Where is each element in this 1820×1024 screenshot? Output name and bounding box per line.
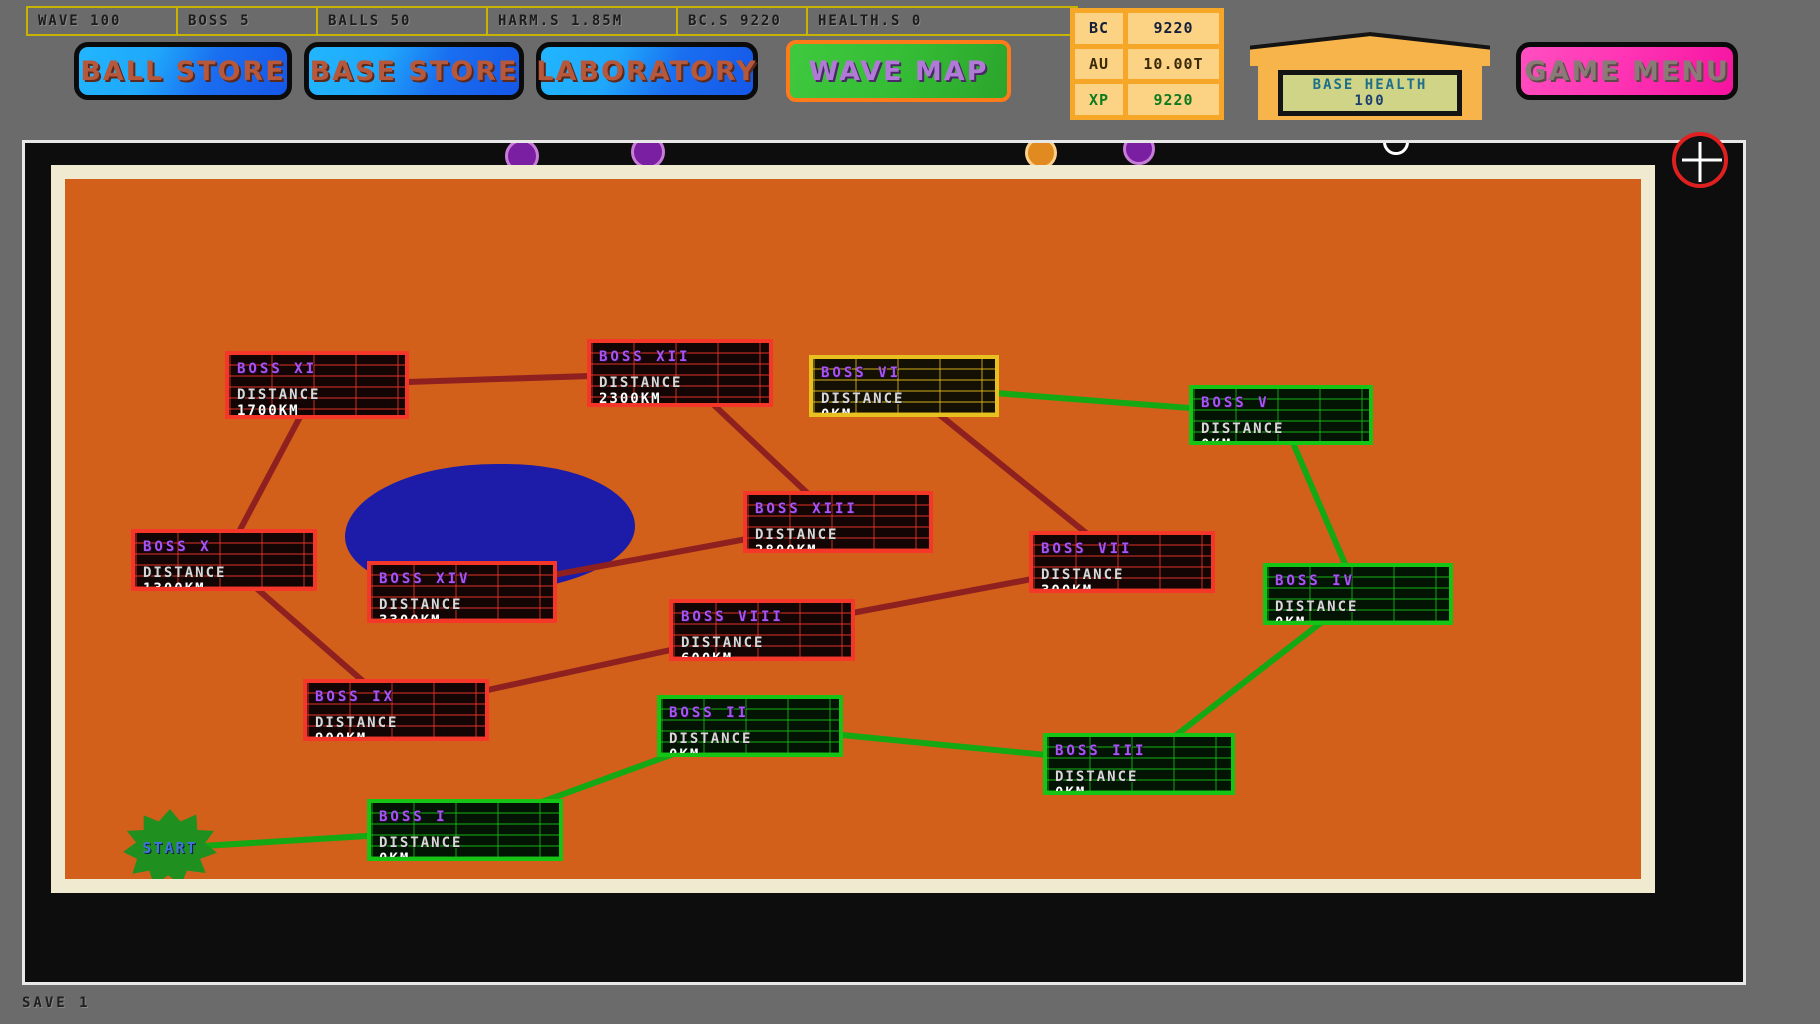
node-distance-label: DISTANCE — [379, 597, 463, 613]
status-balls: BALLS 50 — [318, 8, 488, 34]
game-menu-label: GAME MENU — [1524, 55, 1730, 87]
currency-row-au: AU 10.00T — [1075, 48, 1219, 80]
currency-key-au: AU — [1075, 48, 1123, 80]
base-health-value: 100 — [1354, 93, 1386, 109]
node-distance-label: DISTANCE — [821, 391, 905, 407]
game-world: BOSS I DISTANCE 0KM BOSS II DISTANCE 0KM BOSS … — [22, 140, 1746, 985]
node-distance-value: 1300KM — [143, 581, 206, 591]
map-node-boss-x[interactable]: BOSS X DISTANCE 1300KM — [131, 529, 317, 591]
start-label: START — [142, 839, 198, 857]
node-distance-label: DISTANCE — [1055, 769, 1139, 785]
map-node-boss-i[interactable]: BOSS I DISTANCE 0KM — [367, 799, 563, 861]
save-slot-label: SAVE 1 — [22, 995, 91, 1011]
base-store-button[interactable]: BASE STORE — [304, 42, 524, 100]
node-title: BOSS II — [669, 705, 750, 721]
node-distance-value: 2300KM — [599, 391, 662, 407]
node-distance-value: 0KM — [669, 747, 701, 757]
status-bar: WAVE 100 BOSS 5 BALLS 50 HARM.S 1.85M BC… — [26, 6, 1078, 36]
node-title: BOSS XIII — [755, 501, 858, 517]
base-health-label: BASE HEALTH — [1312, 77, 1428, 93]
ball-store-label: BALL STORE — [80, 55, 286, 87]
base-house-roof — [1250, 32, 1490, 66]
node-distance-label: DISTANCE — [143, 565, 227, 581]
map-node-boss-ii[interactable]: BOSS II DISTANCE 0KM — [657, 695, 843, 757]
status-wave: WAVE 100 — [28, 8, 178, 34]
currency-key-bc: BC — [1075, 13, 1123, 44]
node-title: BOSS VII — [1041, 541, 1133, 557]
map-node-boss-iv[interactable]: BOSS IV DISTANCE 0KM — [1263, 563, 1453, 625]
node-distance-value: 3300KM — [379, 613, 442, 623]
base-store-label: BASE STORE — [309, 55, 519, 87]
map-node-boss-ix[interactable]: BOSS IX DISTANCE 900KM — [303, 679, 489, 741]
status-health: HEALTH.S 0 — [818, 13, 923, 29]
node-distance-value: 0KM — [1055, 785, 1087, 795]
base-health-readout: BASE HEALTH 100 — [1278, 70, 1462, 116]
map-node-boss-xiii[interactable]: BOSS XIII DISTANCE 2800KM — [743, 491, 933, 553]
wave-map-button[interactable]: WAVE MAP — [786, 40, 1011, 102]
node-title: BOSS XI — [237, 361, 318, 377]
base-health-panel: BASE HEALTH 100 — [1250, 32, 1490, 120]
status-bc: BC.S 9220 — [678, 8, 808, 34]
node-title: BOSS I — [379, 809, 448, 825]
currency-value-au: 10.00T — [1128, 48, 1219, 80]
node-distance-label: DISTANCE — [379, 835, 463, 851]
map-node-boss-xii[interactable]: BOSS XII DISTANCE 2300KM — [587, 339, 773, 407]
node-title: BOSS III — [1055, 743, 1147, 759]
map-node-boss-vi[interactable]: BOSS VI DISTANCE 0KM — [809, 355, 999, 417]
node-distance-label: DISTANCE — [681, 635, 765, 651]
node-distance-label: DISTANCE — [237, 387, 321, 403]
node-title: BOSS V — [1201, 395, 1270, 411]
node-title: BOSS XIV — [379, 571, 471, 587]
node-distance-label: DISTANCE — [1275, 599, 1359, 615]
node-title: BOSS VI — [821, 365, 902, 381]
wave-map-panel: BOSS I DISTANCE 0KM BOSS II DISTANCE 0KM BOSS … — [51, 165, 1655, 893]
laboratory-label: LABORATORY — [536, 55, 758, 87]
node-distance-label: DISTANCE — [315, 715, 399, 731]
node-distance-label: DISTANCE — [1201, 421, 1285, 437]
node-distance-label: DISTANCE — [1041, 567, 1125, 583]
node-distance-value: 600KM — [681, 651, 734, 661]
node-distance-value: 0KM — [821, 407, 853, 417]
currency-panel: BC 9220 AU 10.00T XP 9220 — [1070, 8, 1224, 120]
node-title: BOSS VIII — [681, 609, 784, 625]
laboratory-button[interactable]: LABORATORY — [536, 42, 758, 100]
map-node-boss-viii[interactable]: BOSS VIII DISTANCE 600KM — [669, 599, 855, 661]
node-distance-value: 2800KM — [755, 543, 818, 553]
node-distance-label: DISTANCE — [669, 731, 753, 747]
node-title: BOSS IX — [315, 689, 396, 705]
node-title: BOSS X — [143, 539, 212, 555]
currency-key-xp: XP — [1075, 84, 1123, 116]
crosshair-cursor — [1672, 132, 1728, 188]
map-node-boss-xiv[interactable]: BOSS XIV DISTANCE 3300KM — [367, 561, 557, 623]
currency-row-bc: BC 9220 — [1075, 13, 1219, 44]
node-distance-label: DISTANCE — [755, 527, 839, 543]
map-surface: BOSS I DISTANCE 0KM BOSS II DISTANCE 0KM BOSS … — [65, 179, 1641, 879]
node-title: BOSS XII — [599, 349, 691, 365]
map-node-boss-iii[interactable]: BOSS III DISTANCE 0KM — [1043, 733, 1235, 795]
wave-map-label: WAVE MAP — [808, 55, 989, 87]
node-distance-label: DISTANCE — [599, 375, 683, 391]
currency-value-xp: 9220 — [1128, 84, 1219, 116]
game-menu-button[interactable]: GAME MENU — [1516, 42, 1738, 100]
node-distance-value: 300KM — [1041, 583, 1094, 593]
node-title: BOSS IV — [1275, 573, 1356, 589]
map-node-boss-v[interactable]: BOSS V DISTANCE0KM — [1189, 385, 1373, 445]
currency-row-xp: XP 9220 — [1075, 84, 1219, 116]
node-distance-value: 0KM — [1201, 437, 1361, 441]
currency-value-bc: 9220 — [1128, 13, 1219, 44]
node-distance-value: 0KM — [1275, 615, 1307, 625]
map-node-boss-xi[interactable]: BOSS XI DISTANCE 1700KM — [225, 351, 409, 419]
node-distance-value: 0KM — [379, 851, 411, 861]
status-harm: HARM.S 1.85M — [488, 8, 678, 34]
ball-store-button[interactable]: BALL STORE — [74, 42, 292, 100]
map-node-boss-vii[interactable]: BOSS VII DISTANCE 300KM — [1029, 531, 1215, 593]
node-distance-value: 900KM — [315, 731, 368, 741]
node-distance-value: 1700KM — [237, 403, 300, 419]
status-boss: BOSS 5 — [178, 8, 318, 34]
